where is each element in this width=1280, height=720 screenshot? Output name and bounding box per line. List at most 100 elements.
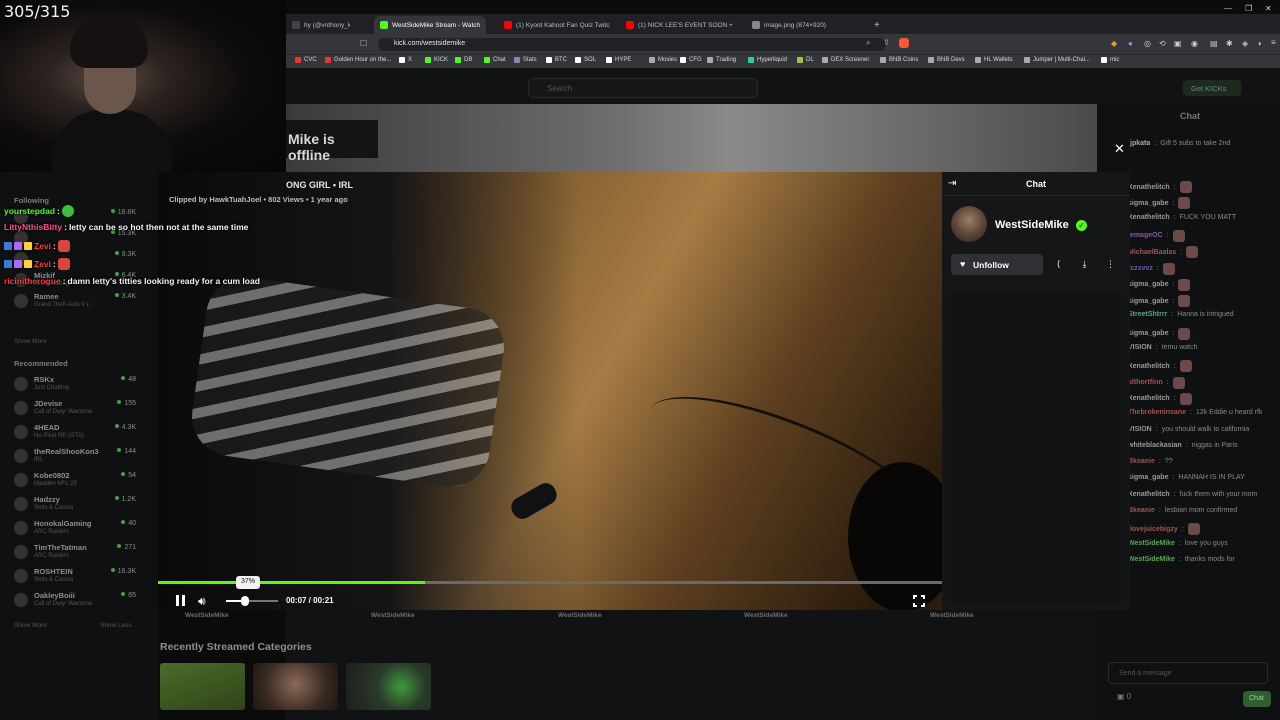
bookmark-item[interactable]: DEX Screener (822, 57, 869, 63)
show-more-recommended[interactable]: Show More (14, 622, 47, 629)
show-more-following[interactable]: Show More (14, 338, 47, 345)
bookmark-item[interactable]: Trading (707, 57, 736, 63)
bookmark-item[interactable]: CVC (295, 57, 317, 63)
bookmark-item[interactable]: KICK (425, 57, 448, 63)
bookmark-item[interactable]: Jumper | Multi-Chai... (1024, 57, 1090, 63)
chat-username[interactable]: sigma_gabe (1128, 330, 1168, 337)
extension-icon[interactable]: ◎ (1144, 39, 1151, 48)
chat-username[interactable]: Xenathelitch (1128, 214, 1170, 221)
bookmark-item[interactable]: BTC (546, 57, 567, 63)
chat-username[interactable]: jpkata (1130, 140, 1150, 147)
bookmark-star-icon[interactable]: ☐ (360, 39, 367, 48)
chat-username[interactable]: Bkeanie (1128, 507, 1155, 514)
bookmark-item[interactable]: DB (455, 57, 472, 63)
chat-username[interactable]: Xenathelitch (1128, 184, 1170, 191)
bookmark-item[interactable]: CFG (680, 57, 702, 63)
bookmark-item[interactable]: SOL (575, 57, 596, 63)
menu-icon[interactable]: ≡ (1271, 38, 1276, 47)
bookmark-item[interactable]: HL Wallets (975, 57, 1013, 63)
chat-username[interactable]: whiteblackasian (1128, 442, 1182, 449)
fullscreen-icon[interactable] (912, 594, 926, 608)
sidebar-item[interactable]: OakleyBoiii Call of Duty: Warzone 65 (14, 591, 140, 611)
category-thumbnail[interactable] (346, 663, 431, 710)
browser-tab[interactable]: (1) NICK LEE'S EVENT SOON + CLAV (620, 16, 734, 34)
bookmark-item[interactable]: Golden Hour on the... (325, 57, 391, 63)
chat-username[interactable]: WestSideMike (1128, 540, 1175, 547)
sidebar-item[interactable]: Kobe0802 Madden NFL 25 54 (14, 471, 140, 491)
bookmark-item[interactable]: BNB Coins (880, 57, 918, 63)
extension-icon[interactable]: ⟲ (1159, 39, 1166, 48)
chat-username[interactable]: lemageOC (1128, 232, 1163, 239)
chat-username[interactable]: Xenathelitch (1128, 491, 1170, 498)
close-icon[interactable]: ✕ (1114, 141, 1125, 157)
browser-tab[interactable]: WestSideMike Stream - Watch (374, 16, 486, 34)
bookmark-item[interactable]: Chat (484, 57, 506, 63)
chat-username[interactable]: Bkeanie (1128, 458, 1155, 465)
chat-username[interactable]: sigma_gabe (1128, 200, 1168, 207)
browser-tab[interactable]: (1) Kyoot Kahoot Fan Quiz Twitch Sp (498, 16, 610, 34)
chat-username[interactable]: althortfinn (1128, 379, 1163, 386)
bookmark-item[interactable]: Movies (649, 57, 677, 63)
extension-icon[interactable]: ◉ (1191, 39, 1198, 48)
chat-username[interactable]: VISION (1128, 426, 1152, 433)
bookmark-item[interactable]: mic (1101, 57, 1119, 63)
bookmark-item[interactable]: X (399, 57, 412, 63)
chat-message-input[interactable]: Send a message (1108, 662, 1268, 684)
show-less-recommended[interactable]: Show Less (100, 622, 132, 629)
unfollow-button[interactable]: ♥ Unfollow (951, 254, 1043, 275)
share-icon[interactable]: ⟨ (1048, 254, 1069, 275)
category-thumbnail[interactable] (253, 663, 338, 710)
sidebar-item[interactable]: 4HEAD No Pixel RP (GTA) 4.3K (14, 423, 140, 443)
chat-username[interactable]: VISION (1128, 344, 1152, 351)
chat-username[interactable]: Xenathelitch (1128, 395, 1170, 402)
profile-icon[interactable]: ◐ (1258, 39, 1263, 48)
bookmark-item[interactable]: DL (797, 57, 814, 63)
sidebar-item[interactable]: TimTheTatman ARC Raiders 271 (14, 543, 140, 563)
collapse-chat-icon[interactable]: ⇥ (948, 178, 956, 189)
extension-icon[interactable]: ▣ (1174, 39, 1182, 48)
extension-icon[interactable]: ◆ (1111, 39, 1117, 48)
extensions-icon[interactable]: ✱ (1226, 39, 1233, 48)
category-thumbnail[interactable] (160, 663, 245, 710)
sidebar-item[interactable]: HonokalGaming ARC Raiders 40 (14, 519, 140, 539)
sidebar-item[interactable]: ROSHTEIN Slots & Casino 16.3K (14, 567, 140, 587)
browser-tab[interactable]: image.png (874×920) (746, 16, 826, 34)
sidebar-item[interactable]: JDevise Call of Duty: Warzone 155 (14, 399, 140, 419)
sidebar-item[interactable]: Hadzzy Slots & Casino 1.2K (14, 495, 140, 515)
sidebar-item[interactable]: Ramee Grand Theft Auto V (... 3.4K (14, 292, 140, 312)
bookmark-item[interactable]: Stats (514, 57, 537, 63)
chat-username[interactable]: WestSideMike (1128, 556, 1175, 563)
wallet-icon[interactable]: ◈ (1242, 39, 1248, 48)
close-window-icon[interactable]: ✕ (1265, 4, 1272, 13)
new-tab-button[interactable]: + (868, 16, 886, 34)
zoom-icon[interactable]: ⌕ (866, 38, 870, 48)
chat-username[interactable]: sigma_gabe (1128, 281, 1168, 288)
browser-tab[interactable]: hy (@vnthony_kickj) / X (286, 16, 350, 34)
chat-username[interactable]: Thebrokeninsane (1128, 409, 1186, 416)
pause-icon[interactable] (174, 594, 188, 608)
bookmark-item[interactable]: HYPE (606, 57, 631, 63)
send-chat-button[interactable]: Chat (1243, 691, 1271, 707)
get-kicks-button[interactable]: Get KICKs (1183, 80, 1241, 96)
chat-username[interactable]: sigma_gabe (1128, 298, 1168, 305)
chat-username[interactable]: fczxvvz (1128, 265, 1153, 272)
maximize-icon[interactable]: ❐ (1245, 4, 1252, 13)
chat-username[interactable]: StreetShtrrr (1128, 311, 1167, 318)
sidebar-item[interactable]: theRealShooKon3 IRL 144 (14, 447, 140, 467)
chat-username[interactable]: Ilovejuicebigzy (1128, 526, 1178, 533)
share-page-icon[interactable]: ⇪ (883, 38, 890, 47)
brave-shield-icon[interactable] (899, 38, 909, 48)
url-field[interactable]: kick.com/westsidemike (378, 38, 886, 51)
chat-username[interactable]: sigma_gabe (1128, 474, 1168, 481)
search-input[interactable]: Search (528, 78, 758, 98)
extension-icon[interactable]: ● (1128, 39, 1133, 48)
volume-icon[interactable]: 🔊︎ (198, 594, 206, 609)
minimize-icon[interactable]: — (1224, 4, 1232, 13)
more-options-icon[interactable]: ⋮ (1100, 254, 1121, 275)
download-icon[interactable]: ⤓ (1074, 254, 1095, 275)
clip-video[interactable] (158, 172, 942, 610)
volume-slider-handle[interactable] (241, 596, 249, 606)
chat-username[interactable]: MichaelBaalas (1128, 249, 1176, 256)
sidebar-item[interactable]: RSKx Just Chatting 48 (14, 375, 140, 395)
bookmark-item[interactable]: Hyperliquid (748, 57, 787, 63)
